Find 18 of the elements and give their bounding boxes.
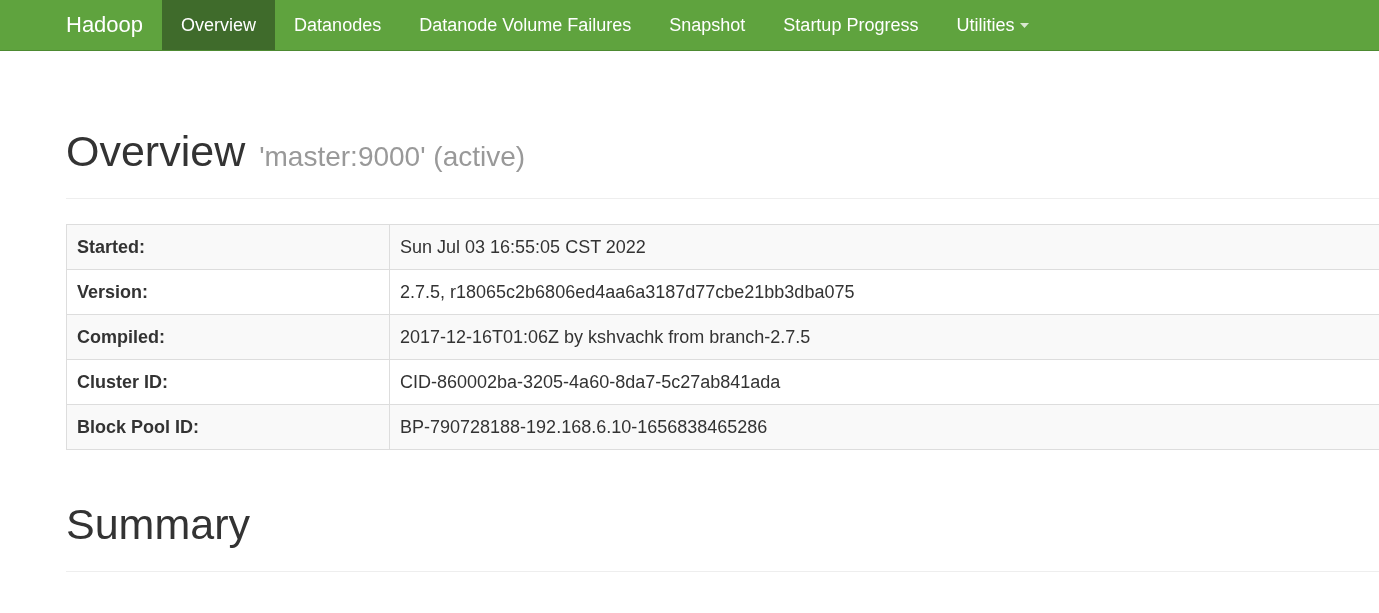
nav-tab[interactable]: Utilities bbox=[937, 0, 1049, 50]
section-title: Summary bbox=[66, 500, 250, 548]
table-cell: Compiled: bbox=[66, 314, 390, 360]
table-cell: Cluster ID: bbox=[66, 359, 390, 405]
table-cell: BP-790728188-192.168.6.10-1656838465286 bbox=[389, 404, 1379, 450]
nav-tab[interactable]: Datanode Volume Failures bbox=[400, 0, 651, 50]
page-title: Overview bbox=[66, 127, 246, 176]
nav-tab[interactable]: Datanodes bbox=[275, 0, 401, 50]
table-cell: 2017-12-16T01:06Z by kshvachk from branch-2.7.5 bbox=[389, 314, 1379, 360]
brand-link[interactable]: Hadoop bbox=[51, 0, 163, 50]
nav-tab[interactable]: Overview bbox=[162, 0, 276, 50]
table-cell: Block Pool ID: bbox=[66, 404, 390, 450]
table-cell: Started: bbox=[66, 224, 390, 270]
page-subtitle: 'master:9000' (active) bbox=[259, 141, 526, 173]
nav-tab[interactable]: Startup Progress bbox=[764, 0, 938, 50]
nav-tab[interactable]: Snapshot bbox=[650, 0, 765, 50]
table-cell: Sun Jul 03 16:55:05 CST 2022 bbox=[389, 224, 1379, 270]
table-cell: Version: bbox=[66, 269, 390, 315]
